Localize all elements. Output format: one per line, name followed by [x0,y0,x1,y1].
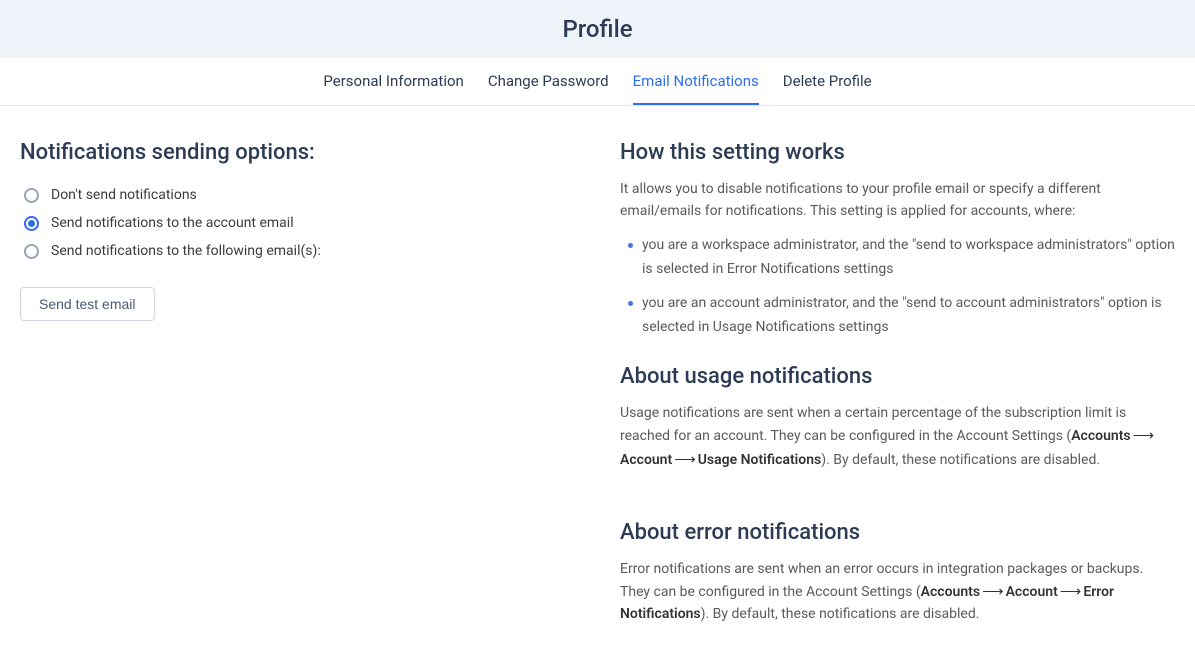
radio-label: Send notifications to the account email [51,215,294,231]
radio-icon [24,188,39,203]
about-usage-heading: About usage notifications [620,364,1175,389]
how-bullet-list: you are a workspace administrator, and t… [620,234,1175,339]
radio-send-account-email[interactable]: Send notifications to the account email [24,215,580,231]
tab-delete-profile[interactable]: Delete Profile [783,58,872,105]
about-error-heading: About error notifications [620,520,1175,545]
arrow-icon: ⟶ [1133,424,1155,447]
content: Notifications sending options: Don't sen… [0,106,1195,666]
radio-icon [24,216,39,231]
arrow-icon: ⟶ [982,580,1004,603]
radio-label: Don't send notifications [51,187,197,203]
page-title: Profile [562,15,632,43]
arrow-icon: ⟶ [674,448,696,471]
radio-send-following-emails[interactable]: Send notifications to the following emai… [24,243,580,259]
tab-email-notifications[interactable]: Email Notifications [633,58,759,105]
notification-radio-group: Don't send notifications Send notificati… [24,187,580,259]
list-item: you are a workspace administrator, and t… [642,234,1175,282]
about-usage-desc: Usage notifications are sent when a cert… [620,403,1175,472]
radio-dont-send[interactable]: Don't send notifications [24,187,580,203]
about-error-desc: Error notifications are sent when an err… [620,559,1175,626]
how-setting-works-desc: It allows you to disable notifications t… [620,179,1175,222]
radio-label: Send notifications to the following emai… [51,243,321,259]
right-column: How this setting works It allows you to … [620,140,1175,626]
send-test-email-button[interactable]: Send test email [20,287,155,321]
arrow-icon: ⟶ [1060,580,1082,603]
notifications-options-heading: Notifications sending options: [20,140,580,165]
tab-personal-information[interactable]: Personal Information [323,58,463,105]
tabs: Personal Information Change Password Ema… [0,58,1195,106]
how-setting-works-heading: How this setting works [620,140,1175,165]
radio-icon [24,244,39,259]
page-header: Profile [0,0,1195,58]
list-item: you are an account administrator, and th… [642,292,1175,340]
left-column: Notifications sending options: Don't sen… [20,140,580,626]
tab-change-password[interactable]: Change Password [488,58,609,105]
